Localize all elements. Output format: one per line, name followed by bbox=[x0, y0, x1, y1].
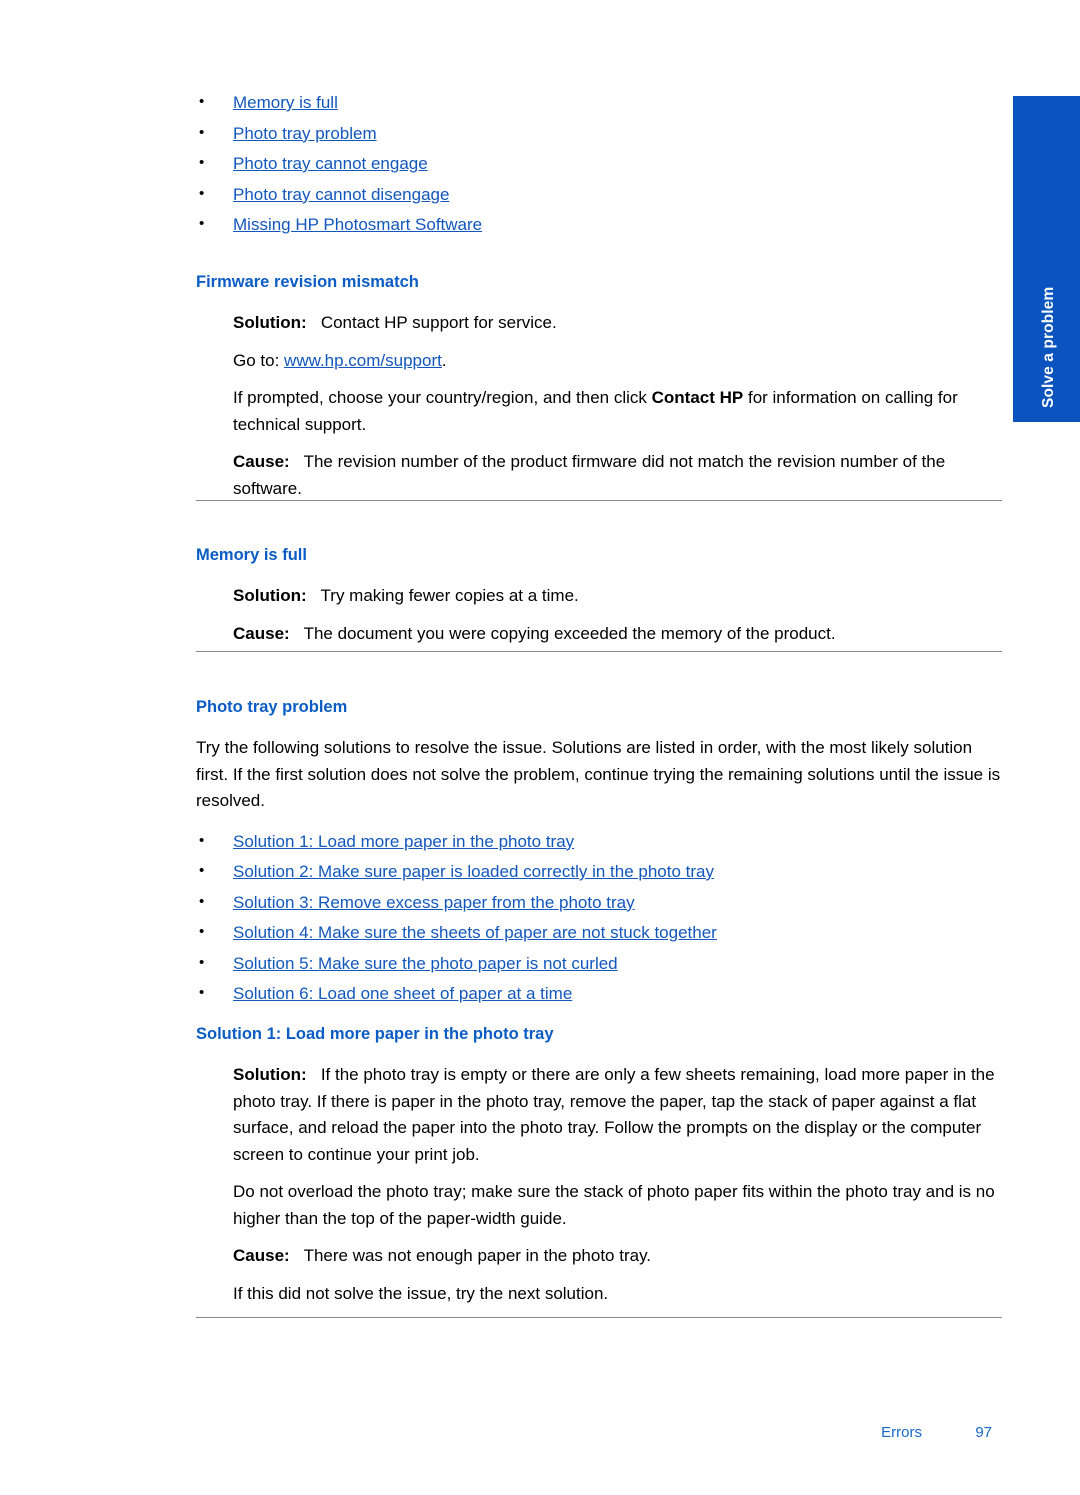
prompt-text-before: If prompted, choose your country/region,… bbox=[233, 388, 652, 407]
list-item: Memory is full bbox=[196, 92, 1002, 114]
goto-suffix: . bbox=[441, 350, 447, 370]
cause-label: Cause: bbox=[233, 1246, 290, 1265]
solution1-cause-paragraph: Cause: There was not enough paper in the… bbox=[233, 1243, 1002, 1270]
memory-cause-paragraph: Cause: The document you were copying exc… bbox=[233, 621, 1002, 648]
top-link-list: Memory is full Photo tray problem Photo … bbox=[196, 92, 1002, 236]
side-tab-label: Solve a problem bbox=[1040, 286, 1057, 408]
memory-solution-paragraph: Solution: Try making fewer copies at a t… bbox=[233, 583, 1002, 610]
link-missing-hp-photosmart-software[interactable]: Missing HP Photosmart Software bbox=[233, 215, 482, 234]
page-title-memory-is-full: Memory is full bbox=[196, 546, 307, 564]
cause-text: The document you were copying exceeded t… bbox=[303, 623, 836, 643]
link-memory-is-full[interactable]: Memory is full bbox=[233, 93, 338, 112]
page-title-photo-tray-problem: Photo tray problem bbox=[196, 698, 348, 716]
cause-text: The revision number of the product firmw… bbox=[233, 452, 946, 498]
list-item: Solution 5: Make sure the photo paper is… bbox=[196, 953, 1002, 975]
contact-hp-emphasis: Contact HP bbox=[651, 388, 744, 407]
solution-text: Contact HP support for service. bbox=[320, 313, 557, 332]
firmware-solution-paragraph: Solution: Contact HP support for service… bbox=[233, 310, 1002, 337]
cause-label: Cause: bbox=[233, 623, 290, 643]
link-solution-2[interactable]: Solution 2: Make sure paper is loaded co… bbox=[233, 862, 714, 881]
document-page: Solve a problem Memory is full Photo tra… bbox=[0, 0, 1080, 1495]
footer-chapter-label: Errors bbox=[881, 1424, 922, 1441]
side-tab-solve-a-problem: Solve a problem bbox=[1013, 96, 1080, 422]
firmware-prompt-paragraph: If prompted, choose your country/region,… bbox=[233, 385, 1002, 438]
footer-page-number: 97 bbox=[975, 1424, 992, 1441]
cause-text: There was not enough paper in the photo … bbox=[303, 1246, 652, 1265]
page-title-solution-1: Solution 1: Load more paper in the photo… bbox=[196, 1025, 554, 1043]
list-item: Solution 6: Load one sheet of paper at a… bbox=[196, 983, 1002, 1005]
list-item: Photo tray cannot engage bbox=[196, 153, 1002, 175]
link-solution-3[interactable]: Solution 3: Remove excess paper from the… bbox=[233, 893, 635, 912]
list-item: Solution 1: Load more paper in the photo… bbox=[196, 831, 1002, 853]
section-divider bbox=[196, 651, 1002, 652]
link-solution-4[interactable]: Solution 4: Make sure the sheets of pape… bbox=[233, 923, 717, 942]
section-firmware-revision-mismatch: Firmware revision mismatch Solution: Con… bbox=[196, 272, 1002, 502]
solution-link-list: Solution 1: Load more paper in the photo… bbox=[196, 831, 1002, 1006]
link-photo-tray-problem[interactable]: Photo tray problem bbox=[233, 124, 377, 143]
top-link-list-block: Memory is full Photo tray problem Photo … bbox=[196, 92, 1002, 246]
page-title-firmware: Firmware revision mismatch bbox=[196, 273, 419, 291]
section-divider bbox=[196, 1317, 1002, 1318]
list-item: Solution 3: Remove excess paper from the… bbox=[196, 892, 1002, 914]
link-solution-6[interactable]: Solution 6: Load one sheet of paper at a… bbox=[233, 984, 572, 1003]
section-photo-tray-problem: Photo tray problem Try the following sol… bbox=[196, 697, 1002, 1015]
list-item: Solution 2: Make sure paper is loaded co… bbox=[196, 861, 1002, 883]
link-solution-5[interactable]: Solution 5: Make sure the photo paper is… bbox=[233, 954, 618, 973]
list-item: Photo tray cannot disengage bbox=[196, 184, 1002, 206]
list-item: Photo tray problem bbox=[196, 123, 1002, 145]
goto-prefix: Go to: bbox=[233, 350, 280, 370]
page-footer: Errors 97 bbox=[196, 1424, 1002, 1446]
section-divider bbox=[196, 500, 1002, 501]
solution-label: Solution: bbox=[233, 313, 307, 332]
firmware-cause-paragraph: Cause: The revision number of the produc… bbox=[233, 449, 1002, 502]
list-item: Solution 4: Make sure the sheets of pape… bbox=[196, 922, 1002, 944]
solution1-solution-paragraph: Solution: If the photo tray is empty or … bbox=[233, 1062, 1002, 1168]
list-item: Missing HP Photosmart Software bbox=[196, 214, 1002, 236]
solution-text: Try making fewer copies at a time. bbox=[320, 586, 579, 605]
photo-tray-intro-paragraph: Try the following solutions to resolve t… bbox=[196, 738, 1001, 810]
section-solution-1: Solution 1: Load more paper in the photo… bbox=[196, 1024, 1002, 1307]
solution1-next-paragraph: If this did not solve the issue, try the… bbox=[233, 1283, 609, 1303]
solution-label: Solution: bbox=[233, 1065, 307, 1084]
link-hp-support-url[interactable]: www.hp.com/support bbox=[284, 351, 442, 370]
solution-text: If the photo tray is empty or there are … bbox=[233, 1065, 995, 1164]
solution-label: Solution: bbox=[233, 586, 307, 605]
section-memory-is-full: Memory is full Solution: Try making fewe… bbox=[196, 545, 1002, 647]
cause-label: Cause: bbox=[233, 452, 290, 471]
firmware-goto-paragraph: Go to: www.hp.com/support. bbox=[233, 348, 1002, 375]
link-photo-tray-cannot-engage[interactable]: Photo tray cannot engage bbox=[233, 154, 428, 173]
solution1-note-paragraph: Do not overload the photo tray; make sur… bbox=[233, 1182, 995, 1228]
link-photo-tray-cannot-disengage[interactable]: Photo tray cannot disengage bbox=[233, 185, 449, 204]
link-solution-1[interactable]: Solution 1: Load more paper in the photo… bbox=[233, 832, 574, 851]
